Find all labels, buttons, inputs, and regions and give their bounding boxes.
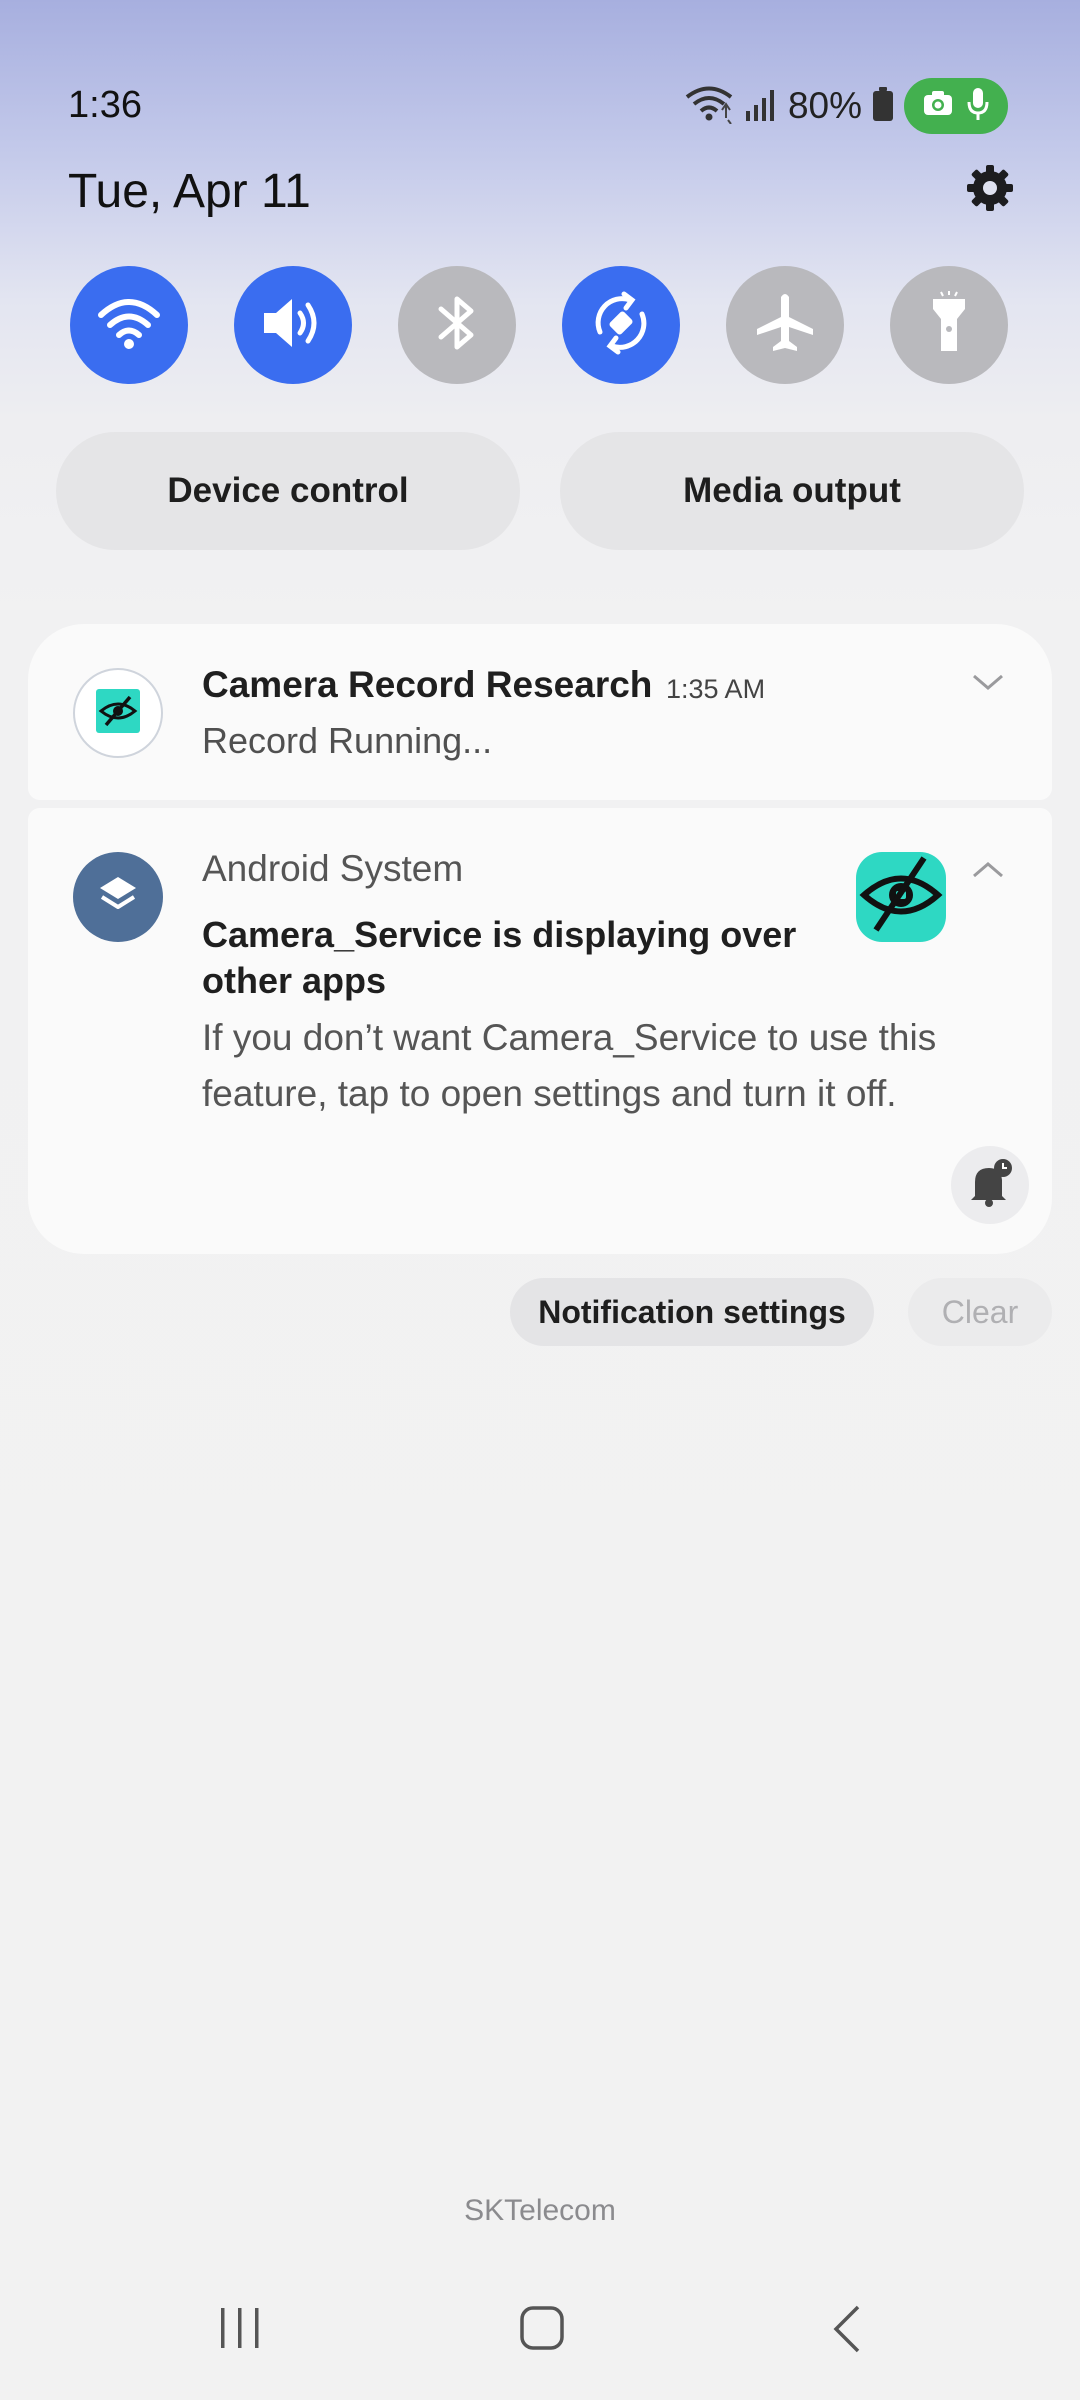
bluetooth-toggle[interactable] [398, 266, 516, 384]
notification-app-name: Android System [202, 848, 464, 889]
notification-body: If you don’t want Camera_Service to use … [202, 1017, 937, 1114]
back-icon [830, 2305, 864, 2358]
app-icon [73, 852, 163, 942]
bluetooth-icon [435, 291, 479, 360]
speaker-icon [260, 293, 326, 358]
gear-icon [965, 163, 1015, 218]
back-button[interactable] [830, 2304, 864, 2359]
expand-button[interactable] [970, 672, 1006, 699]
layers-icon [96, 873, 140, 922]
signal-icon [744, 87, 778, 126]
auto-rotate-toggle[interactable] [562, 266, 680, 384]
home-icon [518, 2306, 566, 2356]
notification-card-camera-record[interactable] [28, 624, 1052, 800]
navigation-bar [0, 2290, 1080, 2370]
battery-icon [872, 86, 894, 127]
app-icon [73, 668, 163, 758]
chevron-down-icon [970, 674, 1006, 698]
notification-title: Camera_Service is displaying over other … [202, 914, 797, 1001]
flashlight-toggle[interactable] [890, 266, 1008, 384]
date-label: Tue, Apr 11 [68, 165, 311, 218]
notification-settings-button[interactable]: Notification settings [510, 1278, 874, 1346]
collapse-button[interactable] [970, 858, 1006, 885]
eye-slash-icon [856, 850, 946, 945]
camera-in-use-icon [922, 90, 954, 123]
airplane-mode-toggle[interactable] [726, 266, 844, 384]
eye-slash-icon [96, 688, 140, 738]
battery-percent: 80% [787, 85, 862, 126]
carrier-label: SKTelecom [464, 2194, 616, 2227]
clear-button[interactable]: Clear [908, 1278, 1052, 1346]
recents-button[interactable] [216, 2306, 264, 2355]
wifi-icon [684, 84, 734, 129]
microphone-in-use-icon [966, 87, 990, 126]
notification-text: Record Running... [202, 720, 493, 761]
device-control-button[interactable]: Device control [56, 432, 520, 550]
status-icons: 80% [684, 78, 1008, 134]
chevron-up-icon [970, 862, 1006, 884]
sound-toggle[interactable] [234, 266, 352, 384]
flashlight-icon [929, 290, 969, 360]
wifi-toggle[interactable] [70, 266, 188, 384]
snooze-button[interactable] [951, 1146, 1029, 1224]
status-time: 1:36 [68, 84, 142, 126]
bell-snooze-icon [965, 1158, 1015, 1213]
home-button[interactable] [518, 2304, 566, 2357]
wifi-icon [97, 295, 161, 356]
large-app-icon [856, 852, 946, 942]
rotate-icon [586, 288, 656, 363]
notification-time: 1:35 AM [666, 674, 766, 704]
notification-title: Camera Record Research [202, 664, 653, 705]
media-output-button[interactable]: Media output [560, 432, 1024, 550]
privacy-indicator[interactable] [904, 78, 1008, 134]
recents-icon [216, 2308, 264, 2354]
airplane-icon [753, 291, 817, 360]
settings-button[interactable] [962, 162, 1018, 218]
